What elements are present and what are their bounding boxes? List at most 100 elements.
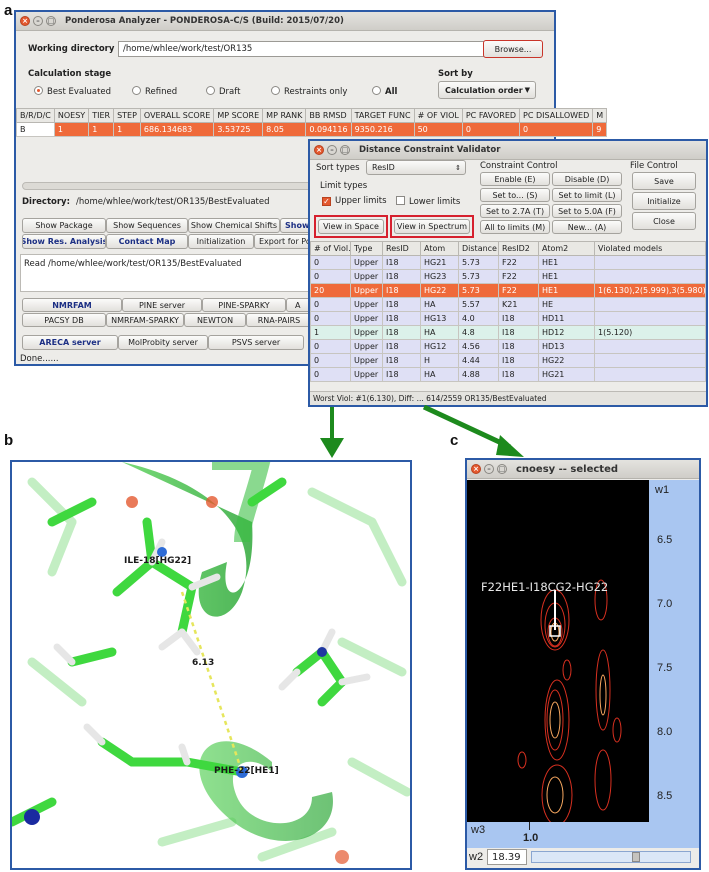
- stage-radio-restraints[interactable]: Restraints only: [271, 86, 347, 97]
- column-header[interactable]: Atom: [420, 241, 459, 256]
- rna-pairs-button[interactable]: RNA-PAIRS: [246, 313, 312, 327]
- maximize-window-icon[interactable]: □: [46, 16, 56, 26]
- table-cell[interactable]: 3.53725: [213, 122, 264, 137]
- contact-map-button[interactable]: Contact Map: [106, 234, 188, 249]
- table-row[interactable]: 1 Upper I18 HA 4.8 I18 HD12 1(5.120): [310, 325, 706, 340]
- spectrum-plot[interactable]: F22HE1-I18CG2-HG22: [467, 480, 649, 826]
- minimize-window-icon[interactable]: –: [33, 16, 43, 26]
- table-row[interactable]: 0 Upper I18 HA 5.57 K21 HE: [310, 297, 706, 312]
- close-window-icon[interactable]: ×: [20, 16, 30, 26]
- maximize-window-icon[interactable]: □: [340, 145, 350, 155]
- table-row[interactable]: 0 Upper I18 HG21 5.73 F22 HE1: [310, 255, 706, 270]
- pine-sparky-button[interactable]: PINE-SPARKY: [202, 298, 286, 312]
- show-package-button[interactable]: Show Package: [22, 218, 106, 233]
- column-header[interactable]: PC DISALLOWED: [519, 108, 594, 123]
- column-header[interactable]: Type: [350, 241, 383, 256]
- table-cell[interactable]: 1: [53, 122, 90, 137]
- column-header[interactable]: Distance: [458, 241, 499, 256]
- sort-by-dropdown[interactable]: Calculation order ▼: [438, 81, 536, 99]
- table-row[interactable]: 20 Upper I18 HG22 5.73 F22 HE1 1(6.130),2(5.999…: [310, 283, 706, 298]
- lower-limits-checkbox[interactable]: Lower limits: [396, 196, 460, 207]
- set-to-2-7a-button[interactable]: Set to 2.7A (T): [480, 204, 550, 218]
- table-row[interactable]: 0 Upper I18 HG12 4.56 I18 HD13: [310, 339, 706, 354]
- table-cell[interactable]: 1: [88, 122, 115, 137]
- column-header[interactable]: OVERALL SCORE: [139, 108, 215, 123]
- w3-axis: w3 1.0: [467, 822, 699, 848]
- new-constraint-button[interactable]: New... (A): [552, 220, 622, 234]
- set-to-button[interactable]: Set to... (S): [480, 188, 550, 202]
- pacsy-db-button[interactable]: PACSY DB: [22, 313, 106, 327]
- column-header[interactable]: B/R/D/C: [16, 108, 55, 123]
- column-header[interactable]: STEP: [113, 108, 141, 123]
- set-to-limit-button[interactable]: Set to limit (L): [552, 188, 622, 202]
- column-header[interactable]: PC FAVORED: [461, 108, 521, 123]
- newton-button[interactable]: NEWTON: [184, 313, 246, 327]
- working-dir-field[interactable]: /home/whlee/work/test/OR135: [118, 41, 488, 57]
- table-row[interactable]: 0 Upper I18 HA 4.88 I18 HG21: [310, 367, 706, 382]
- table-cell[interactable]: 9350.216: [350, 122, 415, 137]
- minimize-window-icon[interactable]: –: [484, 464, 494, 474]
- nmrfam-sparky-button[interactable]: NMRFAM-SPARKY: [106, 313, 184, 327]
- close-window-icon[interactable]: ×: [471, 464, 481, 474]
- save-button[interactable]: Save: [632, 172, 696, 190]
- table-cell: I18: [382, 311, 421, 326]
- horizontal-scrollbar[interactable]: [22, 182, 312, 190]
- minimize-window-icon[interactable]: –: [327, 145, 337, 155]
- all-to-limits-button[interactable]: All to limits (M): [480, 220, 550, 234]
- close-window-icon[interactable]: ×: [314, 145, 324, 155]
- show-res-analysis-button[interactable]: Show Res. Analysis: [22, 234, 106, 249]
- table-row[interactable]: 0 Upper I18 H 4.44 I18 HG22: [310, 353, 706, 368]
- column-header[interactable]: M: [592, 108, 608, 123]
- column-header[interactable]: MP SCORE: [213, 108, 264, 123]
- show-sequences-button[interactable]: Show Sequences: [106, 218, 188, 233]
- export-button[interactable]: Export for Pon: [254, 234, 314, 249]
- w2-value-field[interactable]: 18.39: [487, 849, 527, 865]
- set-to-5-0a-button[interactable]: Set to 5.0A (F): [552, 204, 622, 218]
- upper-limits-checkbox[interactable]: ✓ Upper limits: [322, 196, 387, 206]
- browse-button[interactable]: Browse...: [483, 40, 543, 58]
- areca-server-button[interactable]: ARECA server: [22, 335, 118, 350]
- psvs-server-button[interactable]: PSVS server: [208, 335, 304, 350]
- table-cell[interactable]: 0: [519, 122, 594, 137]
- table-cell[interactable]: 50: [413, 122, 463, 137]
- w2-slider[interactable]: [531, 851, 691, 863]
- nmrfam-button[interactable]: NMRFAM: [22, 298, 122, 312]
- table-cell[interactable]: 0.094116: [305, 122, 352, 137]
- column-header[interactable]: Atom2: [538, 241, 595, 256]
- table-cell: Upper: [350, 297, 383, 312]
- column-header[interactable]: BB RMSD: [305, 108, 352, 123]
- column-header[interactable]: MP RANK: [262, 108, 307, 123]
- close-button[interactable]: Close: [632, 212, 696, 230]
- table-row[interactable]: 0 Upper I18 HG23 5.73 F22 HE1: [310, 269, 706, 284]
- maximize-window-icon[interactable]: □: [497, 464, 507, 474]
- column-header[interactable]: Violated models: [594, 241, 706, 256]
- stage-radio-refined[interactable]: Refined: [132, 86, 177, 97]
- column-header[interactable]: TIER: [88, 108, 115, 123]
- directory-value: /home/whlee/work/test/OR135/BestEvaluate…: [76, 197, 270, 207]
- column-header[interactable]: # of Viol.: [310, 241, 351, 256]
- structure-view[interactable]: ILE-18[HG22] 6.13 PHE-22[HE1]: [10, 460, 412, 870]
- pine-server-button[interactable]: PINE server: [122, 298, 202, 312]
- table-cell[interactable]: 1: [113, 122, 141, 137]
- table-cell[interactable]: 0: [461, 122, 521, 137]
- initialization-button[interactable]: Initialization: [188, 234, 254, 249]
- initialize-button[interactable]: Initialize: [632, 192, 696, 210]
- show-chemical-shifts-button[interactable]: Show Chemical Shifts: [188, 218, 280, 233]
- stage-radio-draft[interactable]: Draft: [206, 86, 240, 97]
- disable-button[interactable]: Disable (D): [552, 172, 622, 186]
- stage-radio-best[interactable]: Best Evaluated: [34, 86, 111, 97]
- column-header[interactable]: ResID: [382, 241, 421, 256]
- table-cell[interactable]: 9: [592, 122, 608, 137]
- table-cell[interactable]: B: [16, 122, 55, 137]
- table-row[interactable]: 0 Upper I18 HG13 4.0 I18 HD11: [310, 311, 706, 326]
- column-header[interactable]: ResID2: [498, 241, 539, 256]
- stage-radio-all[interactable]: All: [372, 86, 397, 97]
- molprobity-server-button[interactable]: MolProbity server: [118, 335, 208, 350]
- column-header[interactable]: # OF VIOL: [413, 108, 463, 123]
- sort-types-dropdown[interactable]: ResID ⇕: [366, 160, 466, 175]
- table-cell[interactable]: 686.134683: [139, 122, 215, 137]
- enable-button[interactable]: Enable (E): [480, 172, 550, 186]
- column-header[interactable]: TARGET FUNC: [350, 108, 415, 123]
- table-cell[interactable]: 8.05: [262, 122, 307, 137]
- column-header[interactable]: NOESY: [53, 108, 90, 123]
